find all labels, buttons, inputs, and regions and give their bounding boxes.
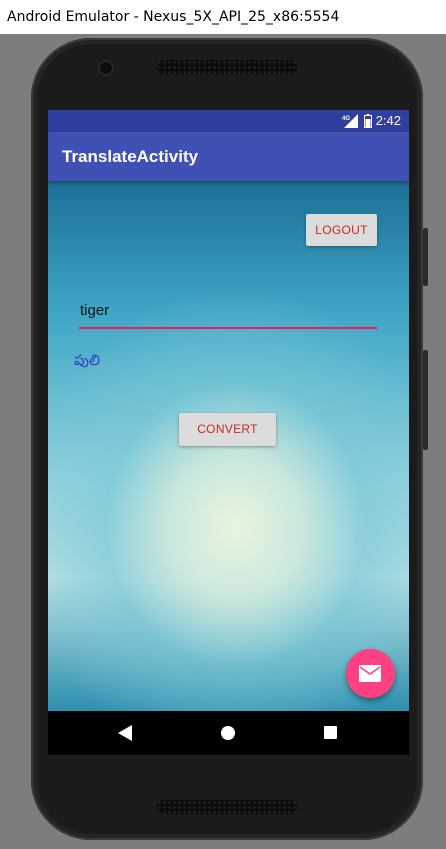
main-content: LOGOUT పులి CONVERT [48,181,409,711]
bottom-speaker [157,800,297,814]
network-type-label: 4G [342,116,350,122]
emulator-window-title: Android Emulator - Nexus_5X_API_25_x86:5… [0,0,446,34]
signal-icon: 4G [342,114,358,128]
battery-icon [364,114,372,128]
app-bar: TranslateActivity [48,132,409,181]
translation-result: పులి [74,351,100,369]
navigation-bar [48,711,409,755]
email-fab[interactable] [346,649,395,698]
status-time: 2:42 [375,113,401,128]
word-input[interactable] [79,293,377,327]
top-speaker [157,60,297,74]
device-screen: 4G 2:42 TranslateActivity LOGOUT పులి CO… [48,110,409,755]
back-icon[interactable] [118,725,132,741]
front-camera [100,62,112,74]
volume-button[interactable] [423,350,428,450]
power-button[interactable] [423,228,428,286]
app-title: TranslateActivity [62,147,199,166]
recents-icon[interactable] [324,726,337,739]
home-icon[interactable] [221,726,235,740]
convert-button[interactable]: CONVERT [179,413,276,446]
logout-button[interactable]: LOGOUT [306,214,377,246]
word-input-container [79,293,377,329]
status-bar: 4G 2:42 [48,110,409,132]
email-icon [359,665,381,682]
